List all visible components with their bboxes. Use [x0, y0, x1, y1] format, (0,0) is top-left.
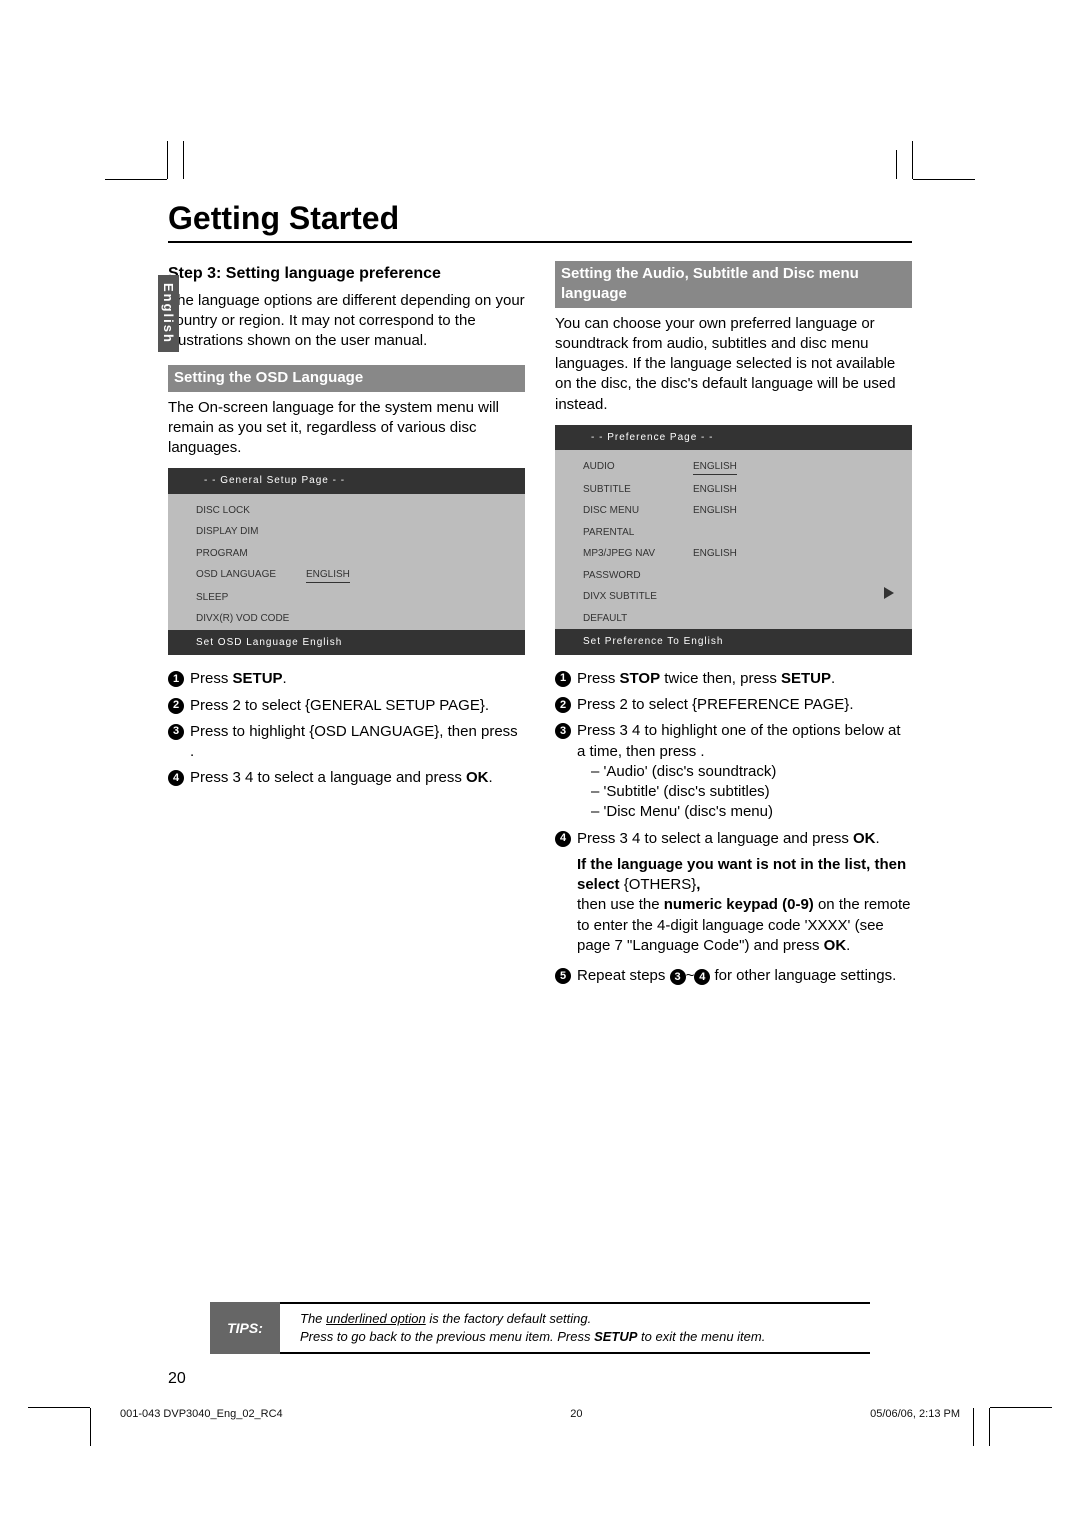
- step-badge-3: 3: [555, 723, 571, 739]
- crop-mark: [183, 141, 184, 179]
- crop-mark: [28, 1407, 90, 1408]
- osd-para: The On-screen language for the system me…: [168, 398, 525, 459]
- menu-header: - - General Setup Page - -: [168, 468, 525, 494]
- print-footer: 001-043 DVP3040_Eng_02_RC4 20 05/06/06, …: [120, 1408, 960, 1420]
- footer-left: 001-043 DVP3040_Eng_02_RC4: [120, 1408, 283, 1420]
- step-badge-3: 3: [168, 724, 184, 740]
- step-badge-3-inline: 3: [670, 969, 686, 985]
- asd-step-1: 1 Press STOP twice then, press SETUP.: [555, 669, 912, 689]
- menu-row: DISC MENUENGLISH: [555, 500, 912, 522]
- osd-menu-illustration: - - General Setup Page - - DISC LOCK DIS…: [168, 468, 525, 655]
- asd-heading: Setting the Audio, Subtitle and Disc men…: [555, 261, 912, 308]
- crop-mark: [912, 141, 913, 179]
- step-badge-4: 4: [555, 831, 571, 847]
- tips-text: The underlined option is the factory def…: [210, 1302, 870, 1354]
- step-badge-5: 5: [555, 968, 571, 984]
- step-badge-1: 1: [168, 671, 184, 687]
- osd-heading: Setting the OSD Language: [168, 365, 525, 391]
- page-number: 20: [168, 1370, 186, 1388]
- osd-step-3: 3 Press to highlight {OSD LANGUAGE}, the…: [168, 722, 525, 763]
- crop-mark: [990, 1407, 1052, 1408]
- pref-menu-illustration: - - Preference Page - - AUDIOENGLISH SUB…: [555, 425, 912, 655]
- crop-mark: [105, 179, 167, 180]
- sub-item: – 'Audio' (disc's soundtrack): [591, 762, 912, 782]
- step3-heading: Step 3: Setting language preference: [168, 263, 525, 285]
- tips-box: TIPS: The underlined option is the facto…: [210, 1302, 870, 1354]
- asd-para: You can choose your own preferred langua…: [555, 314, 912, 415]
- menu-row-selected: OSD LANGUAGEENGLISH: [168, 564, 525, 587]
- menu-header: - - Preference Page - -: [555, 425, 912, 451]
- step3-para: The language options are different depen…: [168, 291, 525, 352]
- step-badge-1: 1: [555, 671, 571, 687]
- content-area: Getting Started English Step 3: Setting …: [168, 200, 912, 1388]
- step-badge-2: 2: [168, 698, 184, 714]
- sub-item: – 'Subtitle' (disc's subtitles): [591, 782, 912, 802]
- osd-step-1: 1 Press SETUP.: [168, 669, 525, 689]
- crop-mark: [90, 1408, 91, 1446]
- menu-row: SUBTITLEENGLISH: [555, 479, 912, 501]
- osd-step-4: 4 Press 3 4 to select a language and pre…: [168, 768, 525, 788]
- menu-row: DIVX SUBTITLE: [555, 586, 912, 608]
- menu-row: DISC LOCK: [168, 500, 525, 522]
- crop-mark: [913, 179, 975, 180]
- footer-mid: 20: [570, 1408, 582, 1420]
- menu-footer: Set Preference To English: [555, 629, 912, 655]
- arrow-right-icon: [884, 587, 894, 599]
- asd-note: If the language you want is not in the l…: [577, 855, 912, 956]
- menu-row: DISPLAY DIM: [168, 521, 525, 543]
- right-column: Setting the Audio, Subtitle and Disc men…: [555, 261, 912, 992]
- two-columns: Step 3: Setting language preference The …: [168, 261, 912, 992]
- page-title: Getting Started: [168, 200, 912, 243]
- osd-step-2: 2 Press 2 to select {GENERAL SETUP PAGE}…: [168, 696, 525, 716]
- asd-step-2: 2 Press 2 to select {PREFERENCE PAGE}.: [555, 695, 912, 715]
- menu-row: MP3/JPEG NAVENGLISH: [555, 543, 912, 565]
- tips-label: TIPS:: [210, 1302, 280, 1354]
- menu-row: SLEEP: [168, 587, 525, 609]
- menu-body: AUDIOENGLISH SUBTITLEENGLISH DISC MENUEN…: [555, 450, 912, 629]
- menu-row: PARENTAL: [555, 522, 912, 544]
- footer-right: 05/06/06, 2:13 PM: [870, 1408, 960, 1420]
- menu-row: DIVX(R) VOD CODE: [168, 608, 525, 630]
- crop-mark: [896, 150, 897, 179]
- step-badge-4: 4: [168, 770, 184, 786]
- crop-mark: [167, 141, 168, 179]
- menu-body: DISC LOCK DISPLAY DIM PROGRAM OSD LANGUA…: [168, 494, 525, 630]
- menu-row: DEFAULT: [555, 608, 912, 630]
- left-column: Step 3: Setting language preference The …: [168, 261, 525, 992]
- crop-mark: [973, 1408, 974, 1446]
- step-badge-4-inline: 4: [694, 969, 710, 985]
- menu-row: PASSWORD: [555, 565, 912, 587]
- crop-mark: [989, 1408, 990, 1446]
- menu-row: PROGRAM: [168, 543, 525, 565]
- menu-footer: Set OSD Language English: [168, 630, 525, 656]
- asd-step-3: 3 Press 3 4 to highlight one of the opti…: [555, 721, 912, 822]
- asd-step-5: 5 Repeat steps 3~4 for other language se…: [555, 966, 912, 986]
- manual-page: Getting Started English Step 3: Setting …: [0, 0, 1080, 1528]
- menu-row-selected: AUDIOENGLISH: [555, 456, 912, 479]
- language-tab: English: [158, 275, 179, 352]
- asd-step-4: 4 Press 3 4 to select a language and pre…: [555, 829, 912, 849]
- sub-item: – 'Disc Menu' (disc's menu): [591, 802, 912, 822]
- step-badge-2: 2: [555, 697, 571, 713]
